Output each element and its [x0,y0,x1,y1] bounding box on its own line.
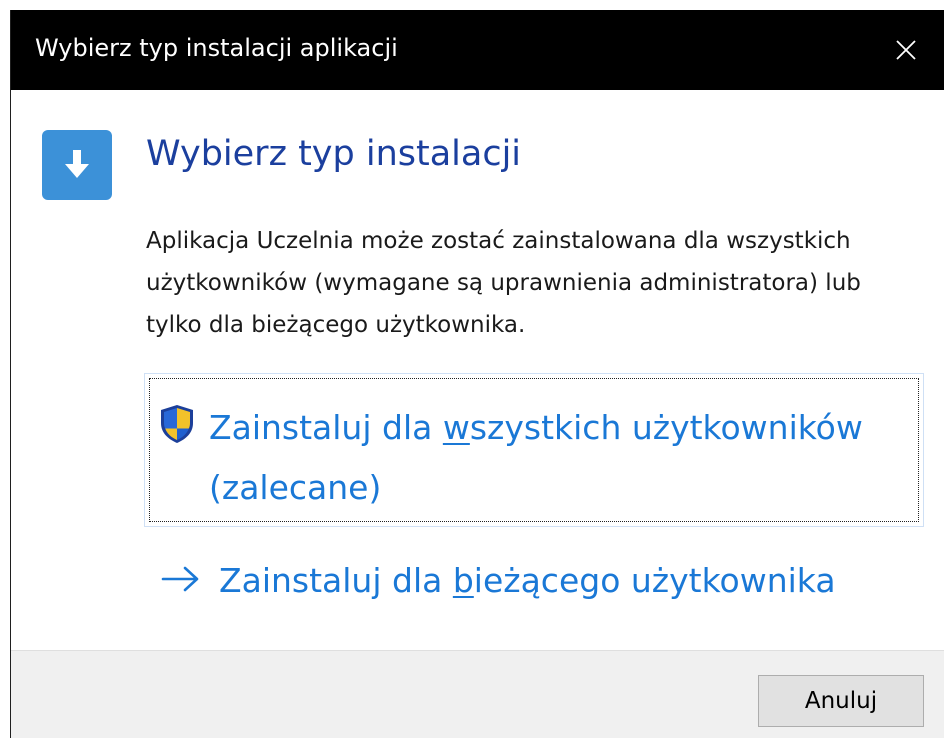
close-icon [896,40,916,60]
window-title: Wybierz typ instalacji aplikacji [35,34,398,62]
dialog-heading: Wybierz typ instalacji [146,134,522,174]
install-current-user-button[interactable]: Zainstaluj dla bieżącego użytkownika [157,545,897,617]
close-button[interactable] [864,10,944,90]
dialog-content: Wybierz typ instalacji Aplikacja Uczelni… [11,90,944,650]
dialog-description: Aplikacja Uczelnia może zostać zainstalo… [146,228,861,338]
dialog-footer: Anuluj [11,650,944,738]
uac-shield-icon [161,405,193,443]
install-type-dialog: Wybierz typ instalacji aplikacji Wybierz… [10,10,944,738]
title-bar: Wybierz typ instalacji aplikacji [11,10,944,90]
install-all-users-button[interactable]: Zainstaluj dla wszystkich użytkowników (… [144,373,924,527]
install-all-users-label: Zainstaluj dla wszystkich użytkowników (… [209,408,863,507]
download-arrow-icon [42,130,112,200]
install-current-user-label: Zainstaluj dla bieżącego użytkownika [219,561,836,600]
arrow-right-icon [161,566,199,592]
cancel-button[interactable]: Anuluj [758,675,924,727]
